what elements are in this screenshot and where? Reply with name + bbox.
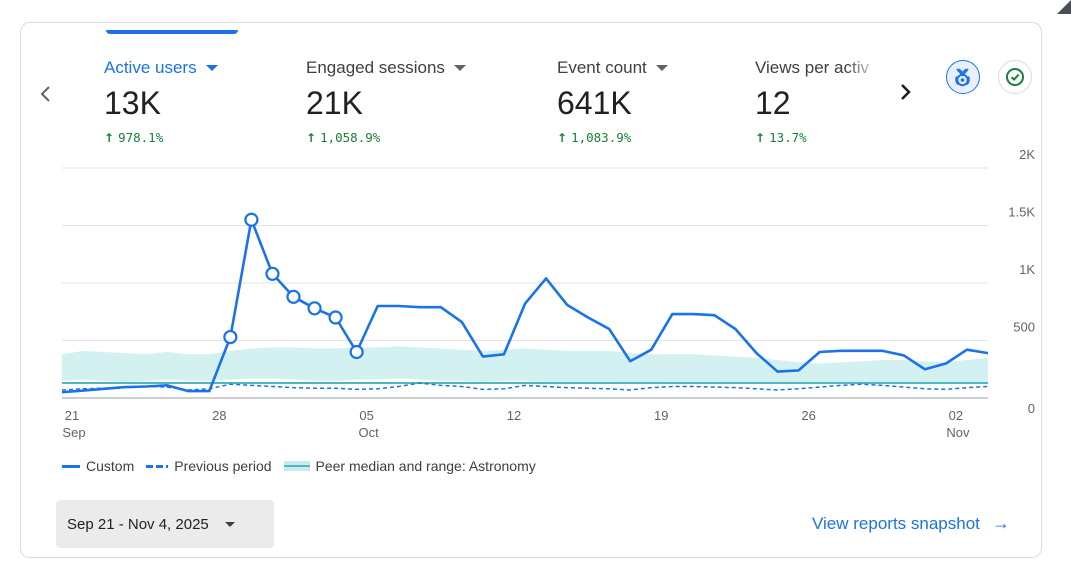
date-range-label: Sep 21 - Nov 4, 2025	[67, 515, 209, 533]
y-tick-label: 0	[1028, 401, 1035, 416]
y-tick-label: 2K	[1019, 147, 1035, 162]
legend-item-custom: Custom	[62, 458, 134, 474]
x-tick-label: 28	[212, 408, 226, 423]
x-tick-label: 02	[949, 408, 963, 423]
x-tick-label: 19	[654, 408, 668, 423]
data-point-marker	[349, 344, 364, 360]
x-tick-month-label: Oct	[359, 425, 380, 440]
x-tick-label: 05	[359, 408, 373, 423]
view-reports-snapshot-link[interactable]: View reports snapshot →	[812, 513, 1010, 534]
x-tick-label: 12	[507, 408, 521, 423]
x-tick-month-label: Sep	[62, 425, 85, 440]
date-range-selector[interactable]: Sep 21 - Nov 4, 2025	[56, 500, 274, 548]
y-tick-label: 500	[1013, 320, 1035, 335]
solid-line-swatch	[62, 464, 80, 468]
y-tick-label: 1K	[1019, 262, 1035, 277]
legend-item-previous-period: Previous period	[146, 458, 272, 474]
x-tick-month-label: Nov	[946, 425, 970, 440]
arrow-right-icon: →	[991, 513, 1010, 533]
data-point-marker	[328, 310, 343, 325]
peer-range-swatch	[283, 461, 310, 471]
dashed-line-swatch	[146, 464, 169, 468]
data-point-marker	[265, 266, 280, 281]
data-point-marker	[244, 212, 259, 227]
x-tick-label: 21	[65, 408, 79, 423]
active-users-chart: 0 500 1K 1.5K 2K 21 Sep 28 05 Oct 12 19 26 02 Nov	[61, 147, 1035, 440]
data-point-marker	[307, 301, 322, 316]
legend-item-peer-range: Peer median and range: Astronomy	[283, 458, 536, 474]
caret-down-icon	[224, 521, 235, 527]
y-tick-label: 1.5K	[1008, 205, 1035, 220]
snapshot-link-label: View reports snapshot	[812, 513, 980, 533]
x-tick-label: 26	[801, 408, 815, 423]
previous-period-line	[61, 382, 989, 391]
chart-legend: Custom Previous period Peer median and r…	[62, 458, 548, 474]
data-point-marker	[286, 289, 301, 304]
data-point-marker	[223, 329, 238, 345]
